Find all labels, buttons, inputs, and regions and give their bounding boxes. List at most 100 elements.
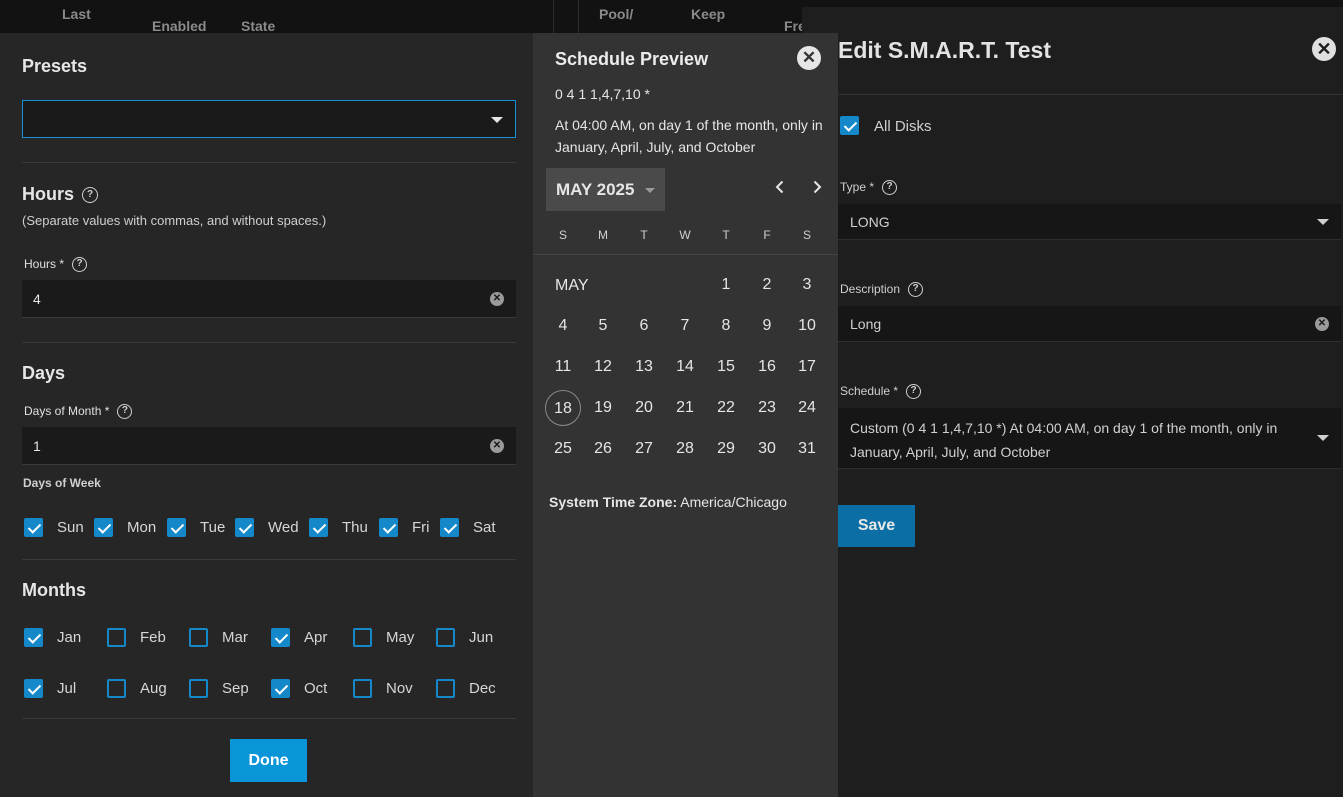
calendar-day: 19 xyxy=(594,399,612,416)
days-title: Days xyxy=(22,363,66,383)
calendar-day: 5 xyxy=(598,317,608,334)
schedule-value: Custom (0 4 1 1,4,7,10 *) At 04:00 AM, o… xyxy=(850,420,1278,460)
divider xyxy=(22,718,516,719)
weekday-checkbox-wed[interactable]: Wed xyxy=(235,518,299,537)
calendar-month-label: MAY xyxy=(555,277,589,294)
month-label: Nov xyxy=(386,680,413,697)
all-disks-checkbox[interactable] xyxy=(840,116,859,135)
bg-column-divider xyxy=(553,0,554,34)
save-button[interactable]: Save xyxy=(838,505,915,547)
checkbox[interactable] xyxy=(107,628,126,647)
checkbox[interactable] xyxy=(24,518,43,537)
edit-panel-title: Edit S.M.A.R.T. Test xyxy=(838,37,1051,63)
help-icon[interactable]: ? xyxy=(906,384,922,400)
weekday-checkbox-sat[interactable]: Sat xyxy=(440,518,496,537)
calendar-day: 26 xyxy=(594,440,612,457)
weekday-checkbox-thu[interactable]: Thu xyxy=(309,518,368,537)
month-year-button[interactable]: MAY 2025 xyxy=(546,168,665,211)
clear-icon[interactable]: ✕ xyxy=(490,439,504,453)
timezone-label: System Time Zone: xyxy=(549,494,678,510)
checkbox[interactable] xyxy=(309,518,328,537)
month-label: Oct xyxy=(304,680,328,697)
month-checkbox-apr[interactable]: Apr xyxy=(271,628,327,647)
chevron-down-icon xyxy=(491,117,503,123)
month-label: May xyxy=(386,629,415,646)
month-checkbox-feb[interactable]: Feb xyxy=(107,628,166,647)
close-icon[interactable]: ✕ xyxy=(1312,37,1336,61)
checkbox[interactable] xyxy=(235,518,254,537)
done-button[interactable]: Done xyxy=(230,739,307,782)
weekday-label: Mon xyxy=(127,519,157,536)
weekday-checkbox-sun[interactable]: Sun xyxy=(24,518,84,537)
preview-cron: 0 4 1 1,4,7,10 * xyxy=(555,86,650,102)
type-select[interactable]: LONG xyxy=(838,204,1341,240)
help-icon[interactable]: ? xyxy=(117,404,133,420)
clear-icon[interactable]: ✕ xyxy=(1315,317,1329,331)
help-icon[interactable]: ? xyxy=(908,282,924,298)
checkbox[interactable] xyxy=(167,518,186,537)
checkbox[interactable] xyxy=(107,679,126,698)
month-checkbox-oct[interactable]: Oct xyxy=(271,679,327,698)
weekday-checkbox-mon[interactable]: Mon xyxy=(94,518,156,537)
month-checkbox-dec[interactable]: Dec xyxy=(436,679,496,698)
help-icon[interactable]: ? xyxy=(72,257,88,273)
month-checkbox-aug[interactable]: Aug xyxy=(107,679,167,698)
month-checkbox-jul[interactable]: Jul xyxy=(24,679,76,698)
calendar-day: 16 xyxy=(758,358,776,375)
checkbox[interactable] xyxy=(271,679,290,698)
schedule-label: Schedule * xyxy=(840,384,899,398)
days-of-month-input[interactable]: 1 ✕ xyxy=(22,427,516,465)
weekday-label: Sat xyxy=(473,519,496,536)
preview-description: At 04:00 AM, on day 1 of the month, only… xyxy=(555,117,823,155)
calendar-day: 7 xyxy=(680,317,690,334)
calendar-day: 17 xyxy=(798,358,816,375)
hours-label: Hours * xyxy=(24,257,65,271)
calendar-day: 8 xyxy=(721,317,731,334)
month-label: Mar xyxy=(222,629,248,646)
checkbox[interactable] xyxy=(189,628,208,647)
clear-icon[interactable]: ✕ xyxy=(490,292,504,306)
caret-down-icon xyxy=(645,188,655,193)
checkbox[interactable] xyxy=(94,518,113,537)
weekday-checkbox-tue[interactable]: Tue xyxy=(167,518,225,537)
checkbox[interactable] xyxy=(440,518,459,537)
checkbox[interactable] xyxy=(353,628,372,647)
hours-input[interactable]: 4 ✕ xyxy=(22,280,516,318)
month-checkbox-jun[interactable]: Jun xyxy=(436,628,493,647)
checkbox[interactable] xyxy=(379,518,398,537)
month-checkbox-nov[interactable]: Nov xyxy=(353,679,413,698)
checkbox[interactable] xyxy=(189,679,208,698)
month-checkbox-may[interactable]: May xyxy=(353,628,414,647)
schedule-select[interactable]: Custom (0 4 1 1,4,7,10 *) At 04:00 AM, o… xyxy=(838,408,1341,469)
help-icon[interactable]: ? xyxy=(882,180,898,196)
checkbox[interactable] xyxy=(24,628,43,647)
presets-select[interactable] xyxy=(22,100,516,138)
chevron-left-icon[interactable] xyxy=(773,180,787,194)
weekday-header: T xyxy=(640,228,648,242)
divider xyxy=(22,342,516,343)
calendar-day: 25 xyxy=(554,440,572,457)
weekday-label: Sun xyxy=(57,519,84,536)
month-checkbox-sep[interactable]: Sep xyxy=(189,679,249,698)
calendar-day: 21 xyxy=(676,399,694,416)
calendar-day: 6 xyxy=(639,317,649,334)
calendar-day: 31 xyxy=(798,440,816,457)
description-input[interactable]: Long ✕ xyxy=(838,306,1341,342)
weekday-checkbox-fri[interactable]: Fri xyxy=(379,518,430,537)
month-checkbox-mar[interactable]: Mar xyxy=(189,628,248,647)
month-checkbox-jan[interactable]: Jan xyxy=(24,628,81,647)
checkbox[interactable] xyxy=(353,679,372,698)
chevron-down-icon xyxy=(1317,435,1329,441)
checkbox[interactable] xyxy=(436,628,455,647)
bg-header-pool: Pool/ xyxy=(599,6,634,22)
close-icon[interactable]: ✕ xyxy=(797,46,821,70)
chevron-right-icon[interactable] xyxy=(810,180,824,194)
checkbox[interactable] xyxy=(271,628,290,647)
type-value: LONG xyxy=(850,214,890,230)
calendar-day: 20 xyxy=(635,399,653,416)
weekday-label: Fri xyxy=(412,519,430,536)
checkbox[interactable] xyxy=(436,679,455,698)
help-icon[interactable]: ? xyxy=(82,187,99,204)
months-title: Months xyxy=(22,580,86,600)
checkbox[interactable] xyxy=(24,679,43,698)
